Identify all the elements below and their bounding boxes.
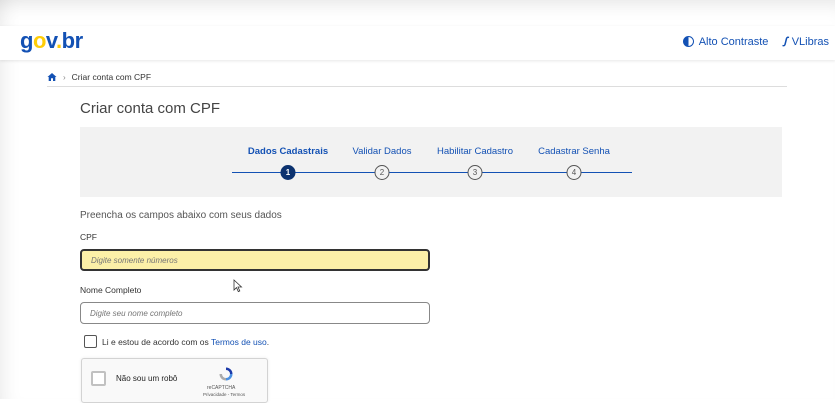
recaptcha-label: Não sou um robô <box>116 374 178 383</box>
name-label: Nome Completo <box>80 285 142 295</box>
contrast-icon <box>682 36 694 47</box>
terms-text: Li e estou de acordo com os Termos de us… <box>102 337 269 347</box>
header-actions: Alto Contraste ꭍ VLibras <box>682 33 829 50</box>
terms-suffix: . <box>266 336 270 347</box>
terms-of-use-link[interactable]: Termos de uso <box>211 337 267 347</box>
breadcrumb-separator: › <box>63 72 66 82</box>
logo-letter-g: g <box>20 28 33 53</box>
recaptcha-privacy-terms[interactable]: Privacidade - Termos <box>203 392 245 397</box>
full-name-input[interactable] <box>80 302 430 324</box>
browser-frame: gov.br Alto Contraste ꭍ VLibras › Criar … <box>0 0 835 403</box>
logo-letter-o: o <box>32 28 46 53</box>
step-label-3[interactable]: Habilitar Cadastro <box>437 146 513 157</box>
progress-stepper: Dados Cadastrais Validar Dados Habilitar… <box>80 127 782 197</box>
recaptcha-widget: Não sou um robô reCAPTCHA Privacidade - … <box>81 358 268 403</box>
vlibras-label: VLibras <box>791 35 829 48</box>
step-label-1[interactable]: Dados Cadastrais <box>248 146 328 157</box>
logo-letters-br: br <box>61 28 84 53</box>
page-title: Criar conta com CPF <box>80 100 221 117</box>
high-contrast-label: Alto Contraste <box>698 35 769 48</box>
terms-agreement: Li e estou de acordo com os Termos de us… <box>84 335 269 348</box>
step-circle-1[interactable]: 1 <box>280 165 296 180</box>
logo-letter-v: v <box>45 28 57 53</box>
step-circle-4[interactable]: 4 <box>566 165 582 180</box>
step-circle-2[interactable]: 2 <box>374 165 390 180</box>
govbr-logo[interactable]: gov.br <box>20 28 83 54</box>
recaptcha-brand: reCAPTCHA <box>207 385 236 391</box>
vlibras-button[interactable]: ꭍ VLibras <box>782 33 829 50</box>
cpf-input[interactable] <box>80 249 430 271</box>
cpf-label: CPF <box>80 232 97 242</box>
high-contrast-button[interactable]: Alto Contraste <box>682 33 769 50</box>
mouse-cursor-icon <box>233 279 243 293</box>
terms-checkbox[interactable] <box>84 335 97 348</box>
site-header: gov.br Alto Contraste ꭍ VLibras <box>0 26 835 60</box>
form-instruction: Preencha os campos abaixo com seus dados <box>80 210 282 221</box>
breadcrumb-current: Criar conta com CPF <box>71 72 152 82</box>
home-icon[interactable] <box>47 72 57 82</box>
step-circle-3[interactable]: 3 <box>467 165 483 180</box>
breadcrumb: › Criar conta com CPF <box>47 68 787 87</box>
step-label-2[interactable]: Validar Dados <box>353 146 412 157</box>
sign-language-icon: ꭍ <box>782 35 787 49</box>
recaptcha-checkbox[interactable] <box>91 371 106 386</box>
terms-prefix: Li e estou de acordo com os <box>102 336 211 347</box>
recaptcha-logo-icon <box>219 367 233 381</box>
step-label-4[interactable]: Cadastrar Senha <box>538 146 610 157</box>
